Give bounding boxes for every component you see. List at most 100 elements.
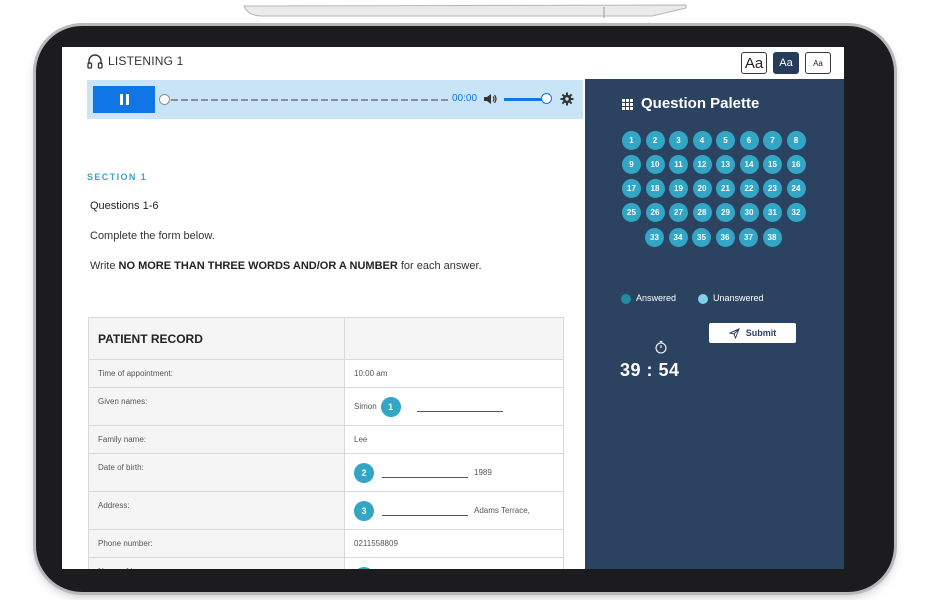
question-nav-28[interactable]: 28 — [692, 203, 712, 222]
row-label: Name of insurance company: — [88, 557, 345, 569]
question-number-badge: 2 — [354, 462, 374, 483]
question-nav-16[interactable]: 16 — [786, 155, 806, 174]
table-header-empty — [344, 317, 564, 360]
question-nav-14[interactable]: 14 — [739, 155, 759, 174]
question-nav-4[interactable]: 4 — [692, 131, 712, 150]
question-nav-26[interactable]: 26 — [645, 203, 665, 222]
word-limit-bold: NO MORE THAN THREE WORDS AND/OR A NUMBER — [118, 260, 398, 272]
question-nav-25[interactable]: 25 — [622, 203, 641, 222]
question-nav-17[interactable]: 17 — [622, 179, 641, 198]
question-nav-15[interactable]: 15 — [763, 155, 782, 174]
question-nav-1[interactable]: 1 — [622, 131, 641, 150]
question-nav-13[interactable]: 13 — [716, 155, 735, 174]
row-value: Adams Terrace, — [474, 506, 530, 515]
question-nav-30[interactable]: 30 — [739, 203, 759, 222]
row-label: Given names: — [88, 387, 345, 426]
question-nav-29[interactable]: 29 — [716, 203, 735, 222]
question-nav-22[interactable]: 22 — [739, 179, 759, 198]
stopwatch-icon — [655, 340, 667, 354]
question-number-badge: 4 — [354, 566, 374, 569]
table-title: PATIENT RECORD — [88, 317, 345, 360]
question-nav-23[interactable]: 23 — [763, 179, 782, 198]
table-row: Time of appointment: 10:00 am — [88, 359, 564, 388]
question-nav-3[interactable]: 3 — [669, 131, 688, 150]
question-nav-32[interactable]: 32 — [786, 203, 806, 222]
audio-time: 00:00 — [452, 93, 478, 104]
unanswered-legend-dot — [698, 294, 708, 304]
row-label: Address: — [88, 491, 345, 530]
headphones-icon — [87, 54, 103, 69]
table-row: Phone number: 0211558809 — [88, 529, 564, 558]
page-title: LISTENING 1 — [108, 54, 184, 68]
unanswered-legend-label: Unanswered — [713, 293, 764, 303]
volume-slider[interactable] — [504, 98, 544, 101]
audio-progress-track[interactable] — [161, 99, 449, 101]
send-icon — [728, 327, 740, 339]
answer-input-3[interactable] — [382, 515, 468, 516]
table-row: Family name: Lee — [88, 425, 564, 454]
question-nav-37[interactable]: 37 — [739, 228, 758, 247]
font-size-small-button[interactable]: Aa — [805, 52, 831, 74]
question-nav-27[interactable]: 27 — [669, 203, 688, 222]
questions-heading: Questions 1-6 — [90, 200, 159, 212]
question-nav-19[interactable]: 19 — [669, 179, 688, 198]
palette-title: Question Palette — [641, 95, 760, 112]
question-nav-6[interactable]: 6 — [739, 131, 759, 150]
question-nav-35[interactable]: 35 — [692, 228, 711, 247]
font-size-medium-button[interactable]: Aa — [773, 52, 799, 74]
row-label: Phone number: — [88, 529, 345, 558]
row-label: Time of appointment: — [88, 359, 345, 388]
question-nav-7[interactable]: 7 — [763, 131, 782, 150]
pause-button[interactable] — [93, 86, 155, 113]
question-nav-34[interactable]: 34 — [668, 228, 688, 247]
table-row: Given names: Simon 1 — [88, 387, 564, 426]
question-nav-8[interactable]: 8 — [786, 131, 806, 150]
answer-input-2[interactable] — [382, 477, 468, 478]
question-nav-24[interactable]: 24 — [786, 179, 806, 198]
section-label: SECTION 1 — [87, 172, 148, 182]
table-row: Date of birth: 2 1989 — [88, 453, 564, 492]
question-nav-10[interactable]: 10 — [645, 155, 665, 174]
stylus-illustration — [243, 4, 687, 18]
question-nav-21[interactable]: 21 — [716, 179, 735, 198]
row-value: Simon — [354, 402, 377, 411]
row-label: Date of birth: — [88, 453, 345, 492]
table-header-row: PATIENT RECORD — [88, 317, 564, 360]
question-nav-38[interactable]: 38 — [762, 228, 782, 247]
answered-legend-label: Answered — [636, 293, 677, 303]
submit-label: Submit — [745, 328, 777, 338]
question-nav-12[interactable]: 12 — [692, 155, 712, 174]
question-pane: 00:00 SECTION 1 Questions 1-6 Complete t… — [62, 79, 585, 569]
row-value-cell: 4 — [344, 557, 564, 569]
question-nav-33[interactable]: 33 — [645, 228, 664, 247]
row-value-cell: 3 Adams Terrace, — [344, 491, 564, 530]
question-nav-9[interactable]: 9 — [622, 155, 641, 174]
question-number-badge: 1 — [380, 396, 401, 417]
question-nav-5[interactable]: 5 — [716, 131, 735, 150]
question-nav-31[interactable]: 31 — [763, 203, 782, 222]
question-nav-36[interactable]: 36 — [715, 228, 735, 247]
instruction-text: Complete the form below. — [90, 230, 215, 242]
table-row: Address: 3 Adams Terrace, — [88, 491, 564, 530]
table-row: Name of insurance company: 4 — [88, 557, 564, 569]
countdown-timer: 39 : 54 — [620, 360, 680, 380]
grid-icon — [622, 99, 633, 110]
volume-slider-handle[interactable] — [541, 93, 552, 104]
pause-icon — [120, 94, 129, 105]
font-size-large-button[interactable]: Aa — [741, 52, 767, 74]
row-value: 10:00 am — [344, 359, 564, 388]
row-label: Family name: — [88, 425, 345, 454]
word-limit-instruction: Write NO MORE THAN THREE WORDS AND/OR A … — [90, 260, 482, 272]
question-nav-11[interactable]: 11 — [669, 155, 688, 174]
audio-progress-handle[interactable] — [159, 94, 170, 105]
top-bar: LISTENING 1 Aa Aa Aa — [62, 47, 844, 79]
question-number-badge: 3 — [354, 500, 374, 521]
patient-record-table: PATIENT RECORD Time of appointment: 10:0… — [88, 317, 564, 569]
answer-input-1[interactable] — [416, 411, 503, 412]
submit-button[interactable]: Submit — [709, 323, 796, 343]
question-nav-20[interactable]: 20 — [692, 179, 712, 198]
question-nav-2[interactable]: 2 — [645, 131, 665, 150]
volume-icon[interactable] — [483, 92, 497, 106]
question-nav-18[interactable]: 18 — [645, 179, 665, 198]
gear-icon[interactable] — [560, 92, 574, 106]
